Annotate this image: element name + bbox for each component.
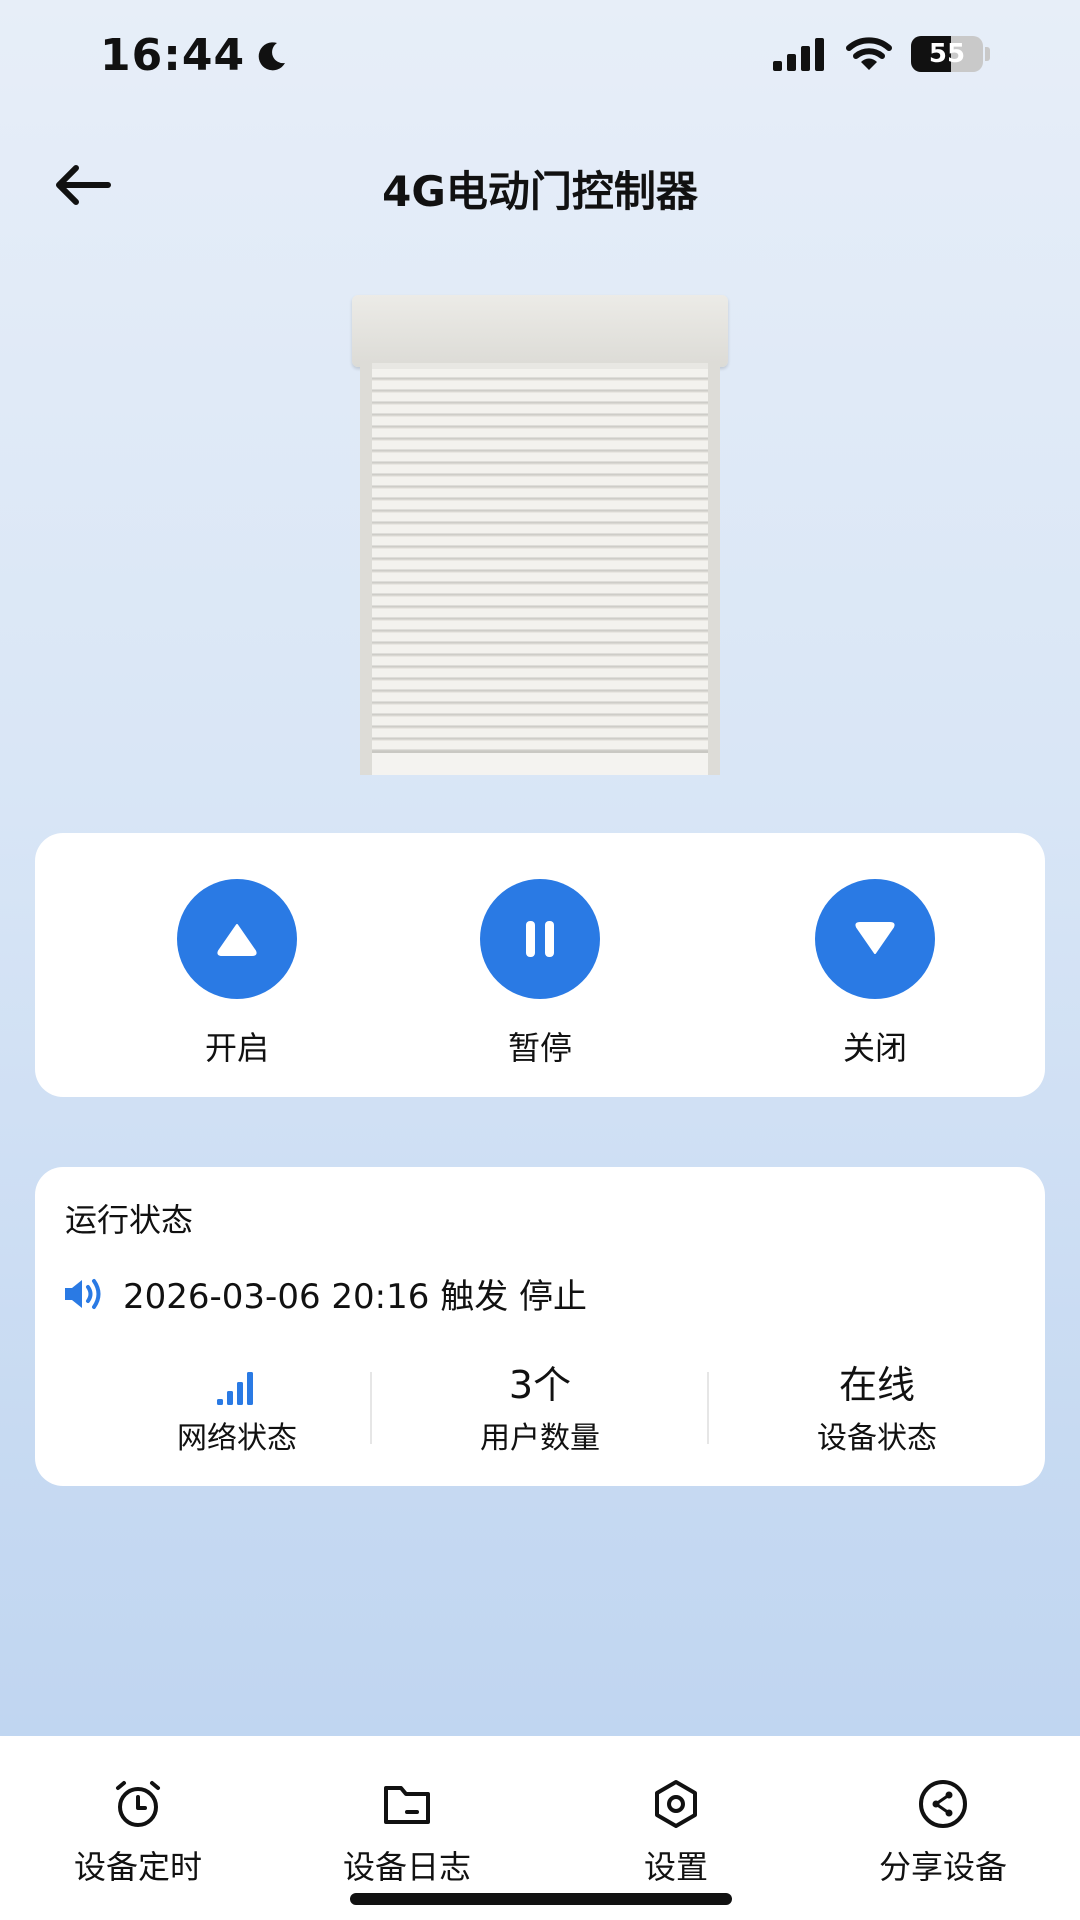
user-count-value: 3个 [508,1363,572,1407]
status-icons: 55 [773,36,990,72]
tab-label: 分享设备 [878,1848,1007,1886]
status-log-text: 2026-03-06 20:16 触发 停止 [123,1277,587,1317]
open-label: 开启 [204,1029,269,1067]
status-time: 16:44 [100,30,246,81]
close-control: 关闭 [775,879,975,1069]
status-log: 2026-03-06 20:16 触发 停止 [63,1269,587,1318]
shutter-bottom-bar [372,751,708,775]
network-status: 网络状态 [87,1361,387,1457]
control-card: 开启 暂停 关闭 [35,833,1045,1097]
tab-label: 设备定时 [73,1848,202,1886]
network-status-value [87,1361,387,1409]
battery-body: 55 [911,36,983,72]
speaker-icon [65,1278,101,1309]
signal-bars-icon [217,1371,253,1405]
pause-button[interactable] [480,879,600,999]
network-status-label: 网络状态 [177,1421,297,1456]
tab-label: 设置 [643,1848,708,1886]
wifi-icon [846,37,892,70]
tab-settings[interactable]: 设置 [576,1778,776,1888]
tab-label: 设备日志 [342,1848,471,1886]
user-count: 3个 用户数量 [390,1361,690,1457]
pause-icon [526,921,554,957]
shutter-box [352,295,728,367]
stat-divider [370,1372,372,1444]
battery-level: 55 [928,39,966,69]
device-status-value: 在线 [838,1363,915,1407]
header: 4G电动门控制器 [0,140,1080,230]
home-indicator [350,1893,732,1905]
status-bar: 16:44 55 [0,0,1080,110]
triangle-down-icon [855,922,895,954]
status-time-group: 16:44 [100,30,289,81]
triangle-up-icon [217,924,257,956]
close-button[interactable] [815,879,935,999]
status-card: 运行状态 2026-03-06 20:16 触发 停止 网络状态 3个 用户数量… [35,1167,1045,1486]
share-icon [919,1780,967,1828]
folder-icon [384,1786,430,1824]
cellular-signal-icon [773,38,824,71]
battery-icon: 55 [911,36,990,72]
tab-share-device[interactable]: 分享设备 [843,1778,1043,1888]
device-status-label: 设备状态 [817,1421,937,1456]
stat-divider [707,1372,709,1444]
status-heading: 运行状态 [65,1201,194,1239]
shutter-slats [372,369,708,751]
alarm-clock-icon [116,1781,160,1827]
close-label: 关闭 [842,1029,907,1067]
shutter-body [360,363,720,775]
open-button[interactable] [177,879,297,999]
open-control: 开启 [137,879,337,1069]
hexagon-settings-icon [655,1780,697,1828]
tab-device-timer[interactable]: 设备定时 [38,1778,238,1888]
battery-tip [985,47,990,61]
page-title: 4G电动门控制器 [382,167,698,216]
tab-device-log[interactable]: 设备日志 [307,1778,507,1888]
pause-label: 暂停 [507,1029,572,1067]
moon-icon [258,41,286,70]
device-image [352,295,728,782]
user-count-label: 用户数量 [480,1421,600,1456]
pause-control: 暂停 [440,879,640,1069]
device-status: 在线 设备状态 [727,1361,1027,1457]
